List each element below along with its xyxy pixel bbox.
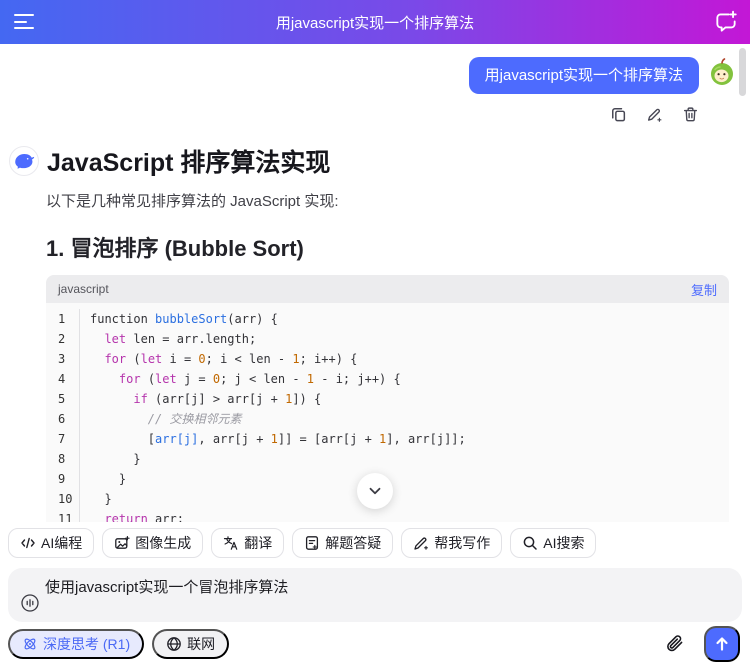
scroll-to-bottom-button[interactable] — [357, 473, 393, 509]
quick-action-ai-search[interactable]: AI搜索 — [510, 528, 596, 558]
assistant-header: JavaScript 排序算法实现 — [9, 143, 750, 179]
arrow-up-icon — [712, 634, 732, 654]
deep-think-toggle[interactable]: 深度思考 (R1) — [8, 629, 144, 659]
message-input[interactable]: 使用javascript实现一个冒泡排序算法 — [8, 568, 742, 622]
response-intro: 以下是几种常见排序算法的 JavaScript 实现: — [46, 193, 750, 211]
chat-area: 用javascript实现一个排序算法 — [0, 44, 750, 522]
app-window: 用javascript实现一个排序算法 用javascript实现一个排序算法 — [0, 0, 750, 667]
menu-icon[interactable] — [14, 14, 36, 30]
whale-logo-icon — [9, 146, 39, 176]
code-line: 5 if (arr[j] > arr[j + 1]) { — [46, 389, 729, 409]
composer-footer: 深度思考 (R1) 联网 — [8, 626, 740, 662]
user-message-row: 用javascript实现一个排序算法 — [0, 44, 750, 94]
message-actions — [0, 106, 750, 123]
section-heading: 1. 冒泡排序 (Bubble Sort) — [46, 235, 750, 263]
qa-document-icon — [304, 535, 320, 551]
code-icon — [20, 535, 36, 551]
conversation-title: 用javascript实现一个排序算法 — [276, 12, 474, 33]
top-bar: 用javascript实现一个排序算法 — [0, 0, 750, 44]
quick-action-homework-help[interactable]: 解题答疑 — [292, 528, 393, 558]
quick-action-help-me-write[interactable]: 帮我写作 — [401, 528, 502, 558]
scrollbar-thumb[interactable] — [739, 48, 746, 96]
quick-action-image-generation[interactable]: 图像生成 — [102, 528, 203, 558]
code-line: 7 [arr[j], arr[j + 1]] = [arr[j + 1], ar… — [46, 429, 729, 449]
code-line: 11 return arr; — [46, 509, 729, 522]
delete-icon[interactable] — [682, 106, 699, 123]
image-icon — [114, 535, 130, 551]
code-line: 8 } — [46, 449, 729, 469]
composer-panel: AI编程 图像生成 翻译 — [0, 522, 750, 667]
translate-icon — [223, 535, 239, 551]
code-line: 4 for (let j = 0; j < len - 1 - i; j++) … — [46, 369, 729, 389]
pencil-icon — [413, 535, 429, 551]
web-search-toggle[interactable]: 联网 — [152, 629, 229, 659]
code-line: 3 for (let i = 0; i < len - 1; i++) { — [46, 349, 729, 369]
paperclip-icon[interactable] — [664, 633, 686, 655]
chevron-down-icon — [366, 482, 384, 500]
copy-icon[interactable] — [610, 106, 627, 123]
message-input-value: 使用javascript实现一个冒泡排序算法 — [8, 568, 742, 597]
voice-input-icon[interactable] — [20, 593, 40, 613]
quick-actions-row: AI编程 图像生成 翻译 — [0, 522, 750, 558]
new-chat-icon[interactable] — [713, 9, 739, 35]
search-icon — [522, 535, 538, 551]
send-button[interactable] — [704, 626, 740, 662]
quick-action-translate[interactable]: 翻译 — [211, 528, 284, 558]
atom-icon — [22, 636, 38, 652]
response-title: JavaScript 排序算法实现 — [47, 143, 330, 179]
quick-action-ai-coding[interactable]: AI编程 — [8, 528, 94, 558]
code-block-header: javascript 复制 — [46, 275, 729, 303]
user-message-bubble: 用javascript实现一个排序算法 — [469, 57, 699, 94]
code-line: 2 let len = arr.length; — [46, 329, 729, 349]
edit-icon[interactable] — [646, 106, 663, 123]
globe-icon — [166, 636, 182, 652]
code-line: 1function bubbleSort(arr) { — [46, 309, 729, 329]
user-avatar[interactable] — [707, 57, 737, 87]
code-copy-button[interactable]: 复制 — [691, 280, 717, 299]
code-language-label: javascript — [58, 282, 109, 296]
code-line: 6 // 交换相邻元素 — [46, 409, 729, 429]
